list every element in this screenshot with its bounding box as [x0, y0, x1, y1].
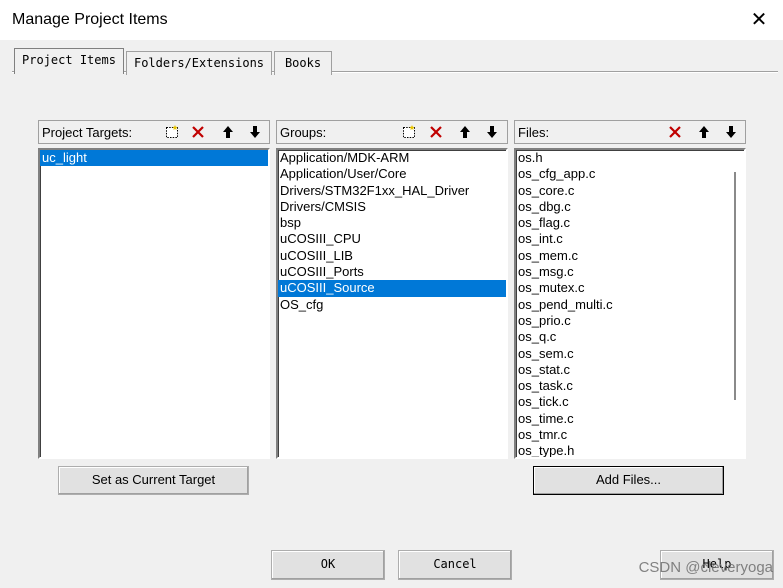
title-bar: Manage Project Items ✕	[0, 0, 783, 40]
files-header-label: Files:	[518, 125, 550, 140]
files-scrollbar-thumb[interactable]	[734, 172, 736, 400]
group-item[interactable]: uCOSIII_CPU	[278, 231, 506, 247]
set-current-target-button[interactable]: Set as Current Target	[58, 466, 249, 495]
move-up-icon[interactable]	[218, 122, 238, 142]
file-item[interactable]: os_dbg.c	[516, 199, 744, 215]
add-files-button[interactable]: Add Files...	[533, 466, 724, 495]
new-item-icon[interactable]	[399, 122, 419, 142]
move-up-icon[interactable]	[455, 122, 475, 142]
ok-button[interactable]: OK	[271, 550, 385, 580]
groups-list[interactable]: Application/MDK-ARM Application/User/Core…	[276, 148, 508, 459]
delete-icon[interactable]	[665, 122, 685, 142]
file-item[interactable]: os_stat.c	[516, 362, 744, 378]
tab-project-items[interactable]: Project Items	[14, 48, 124, 74]
file-item[interactable]: os_prio.c	[516, 313, 744, 329]
move-down-icon[interactable]	[482, 122, 502, 142]
file-item[interactable]: os_pend_multi.c	[516, 297, 744, 313]
group-item[interactable]: uCOSIII_Ports	[278, 264, 506, 280]
file-item[interactable]: os_task.c	[516, 378, 744, 394]
file-item[interactable]: os.h	[516, 150, 744, 166]
file-item[interactable]: os_q.c	[516, 329, 744, 345]
window-title: Manage Project Items	[12, 11, 168, 28]
targets-header: Project Targets:	[38, 120, 270, 144]
files-scrollbar[interactable]	[728, 152, 742, 455]
files-list[interactable]: os.h os_cfg_app.c os_core.c os_dbg.c os_flag…	[514, 148, 746, 459]
manage-project-items-dialog: Manage Project Items ✕ Project Items Fol…	[0, 0, 783, 588]
watermark: CSDN @cleveryoga	[638, 559, 773, 576]
cancel-button[interactable]: Cancel	[398, 550, 512, 580]
tab-folders-extensions[interactable]: Folders/Extensions	[126, 51, 272, 75]
new-item-icon[interactable]	[162, 122, 182, 142]
group-item[interactable]: Application/User/Core	[278, 166, 506, 182]
group-item[interactable]: Drivers/CMSIS	[278, 199, 506, 215]
close-icon[interactable]: ✕	[749, 8, 769, 32]
file-item[interactable]: os_tmr.c	[516, 427, 744, 443]
file-item[interactable]: os_cfg_app.c	[516, 166, 744, 182]
file-item[interactable]: os_flag.c	[516, 215, 744, 231]
files-header: Files:	[514, 120, 746, 144]
group-item[interactable]: Drivers/STM32F1xx_HAL_Driver	[278, 183, 506, 199]
move-down-icon[interactable]	[245, 122, 265, 142]
file-item[interactable]: os_time.c	[516, 411, 744, 427]
group-item[interactable]: OS_cfg	[278, 297, 506, 313]
group-item[interactable]: bsp	[278, 215, 506, 231]
groups-header-label: Groups:	[280, 125, 327, 140]
file-item[interactable]: os_core.c	[516, 183, 744, 199]
file-item[interactable]: os_mem.c	[516, 248, 744, 264]
file-item[interactable]: os_sem.c	[516, 346, 744, 362]
file-item[interactable]: os_mutex.c	[516, 280, 744, 296]
move-up-icon[interactable]	[694, 122, 714, 142]
delete-icon[interactable]	[426, 122, 446, 142]
group-item[interactable]: Application/MDK-ARM	[278, 150, 506, 166]
tab-books[interactable]: Books	[274, 51, 332, 75]
delete-icon[interactable]	[188, 122, 208, 142]
target-item[interactable]: uc_light	[40, 150, 268, 167]
groups-header: Groups:	[276, 120, 508, 144]
file-item[interactable]: os_tick.c	[516, 394, 744, 410]
targets-list[interactable]: uc_light	[38, 148, 270, 459]
files-items: os.h os_cfg_app.c os_core.c os_dbg.c os_flag…	[516, 150, 744, 457]
file-item[interactable]: os_type.h	[516, 443, 744, 457]
move-down-icon[interactable]	[721, 122, 741, 142]
group-item[interactable]: uCOSIII_LIB	[278, 248, 506, 264]
group-item[interactable]: uCOSIII_Source	[278, 280, 506, 297]
targets-header-label: Project Targets:	[42, 125, 133, 140]
file-item[interactable]: os_msg.c	[516, 264, 744, 280]
file-item[interactable]: os_int.c	[516, 231, 744, 247]
